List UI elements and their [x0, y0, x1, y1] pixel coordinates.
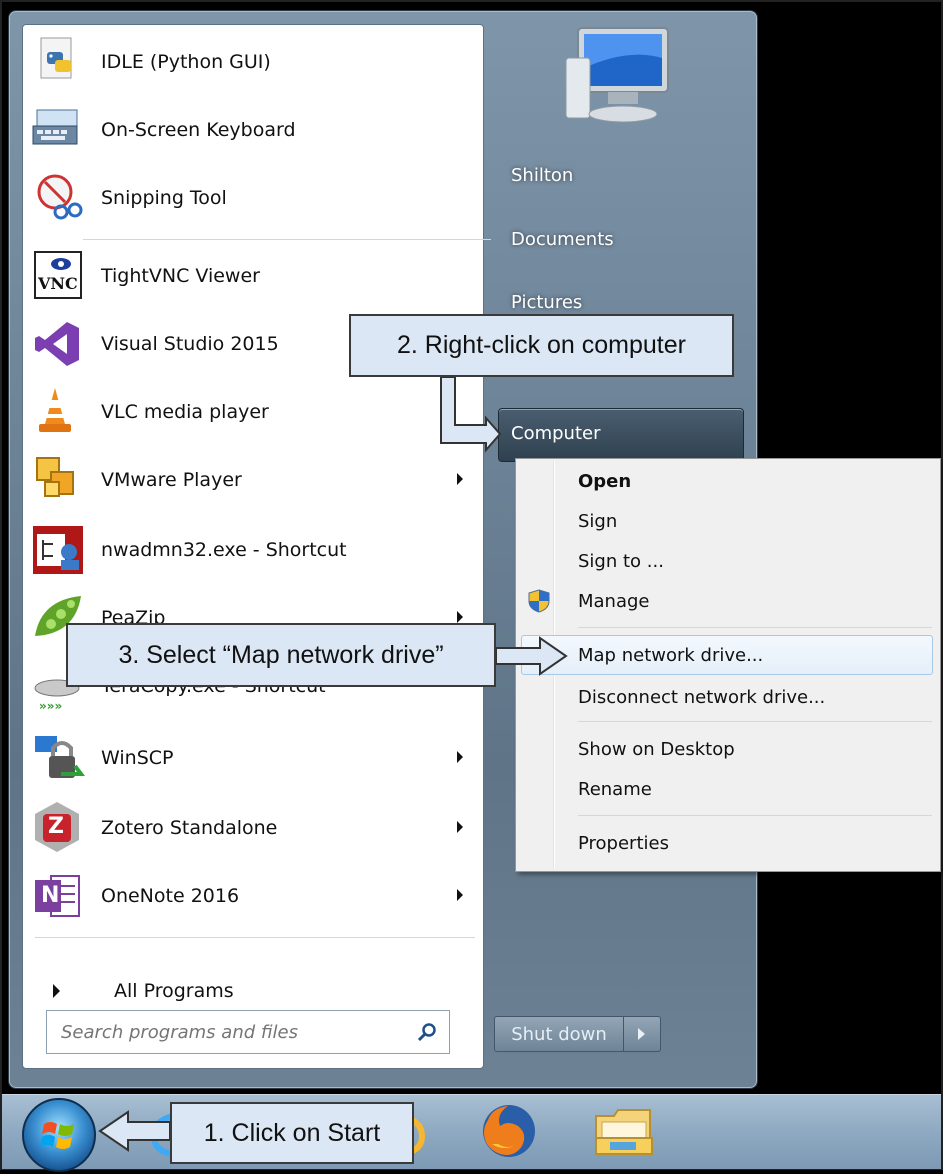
callout-1-arrow	[98, 1110, 171, 1152]
callout-3-arrow	[495, 636, 568, 676]
callout-2-arrow	[440, 376, 502, 453]
callout-arrows	[98, 376, 568, 1152]
callout-step-2: 2. Right-click on computer	[349, 314, 734, 377]
callout-step-1: 1. Click on Start	[170, 1102, 414, 1164]
callout-step-3: 3. Select “Map network drive”	[66, 623, 496, 687]
